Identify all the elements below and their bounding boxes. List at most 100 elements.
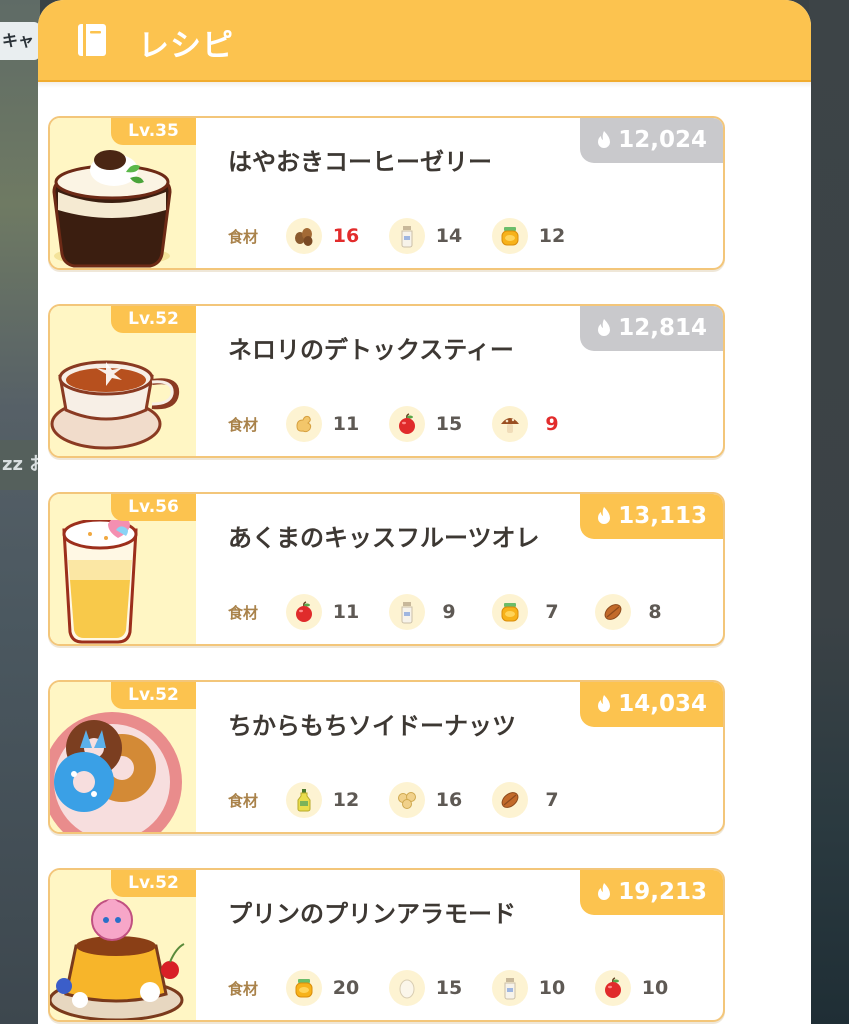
ingredient-qty: 15 (435, 977, 463, 999)
recipe-thumbnail: Lv.52 (50, 870, 196, 1020)
cacao-icon (595, 594, 631, 630)
energy-flame-icon (598, 130, 611, 148)
panel-header: レシピ (38, 0, 811, 82)
ingredient-qty: 12 (332, 789, 360, 811)
ingredient-item: 9 (389, 594, 492, 630)
ingredient-row: 食材 11 15 9 (228, 406, 595, 442)
ingredient-row: 食材 12 16 7 (228, 782, 595, 818)
ingredients-label: 食材 (228, 979, 259, 998)
ingredients-label: 食材 (228, 791, 259, 810)
ingredient-qty: 9 (545, 413, 559, 435)
background-label: zz お (0, 440, 40, 490)
ingredient-item: 20 (286, 970, 389, 1006)
pudding-image (50, 899, 185, 1020)
ingredient-qty: 7 (545, 601, 559, 623)
ingredient-item: 15 (389, 406, 492, 442)
ingredient-item: 12 (492, 218, 595, 254)
ginger-icon (286, 406, 322, 442)
energy-badge: 12,024 (580, 118, 723, 163)
energy-value: 12,814 (618, 314, 707, 341)
recipe-card[interactable]: Lv.56 あくまのキッスフルーツオレ 13,113 食材 11 9 7 8 (48, 492, 725, 646)
honey-icon (492, 594, 528, 630)
honey-icon (286, 970, 322, 1006)
ingredient-item: 16 (286, 218, 389, 254)
ingredient-item: 8 (595, 594, 698, 630)
header-divider (38, 82, 811, 88)
donuts-image (50, 712, 182, 832)
ingredient-item: 10 (492, 970, 595, 1006)
ingredient-item: 11 (286, 594, 389, 630)
ingredient-qty: 7 (545, 789, 559, 811)
energy-value: 12,024 (618, 126, 707, 153)
energy-flame-icon (598, 882, 611, 900)
oil-icon (286, 782, 322, 818)
egg-icon (389, 970, 425, 1006)
ingredient-qty: 12 (538, 225, 566, 247)
ingredient-item: 9 (492, 406, 595, 442)
ingredient-qty: 14 (435, 225, 463, 247)
recipe-name: はやおきコーヒーゼリー (228, 148, 492, 176)
energy-flame-icon (598, 694, 611, 712)
ingredient-item: 11 (286, 406, 389, 442)
background-left-strip: キャ zz お (0, 0, 40, 1024)
ingredient-qty: 16 (332, 225, 360, 247)
ingredient-qty: 11 (332, 413, 360, 435)
recipe-card[interactable]: Lv.52 プリンのプリンアラモード 19,213 食材 20 15 10 10 (48, 868, 725, 1022)
ingredient-item: 16 (389, 782, 492, 818)
roasted-cacao-icon (286, 218, 322, 254)
energy-value: 19,213 (618, 878, 707, 905)
recipe-name: プリンのプリンアラモード (228, 900, 516, 928)
energy-value: 13,113 (618, 502, 707, 529)
ingredient-item: 7 (492, 782, 595, 818)
level-badge: Lv.35 (111, 118, 196, 145)
energy-flame-icon (598, 506, 611, 524)
ingredient-item: 10 (595, 970, 698, 1006)
ingredients-label: 食材 (228, 415, 259, 434)
recipe-thumbnail: Lv.35 (50, 118, 196, 268)
ingredient-item: 7 (492, 594, 595, 630)
recipe-card[interactable]: Lv.52 ネロリのデトックスティー 12,814 食材 11 15 9 (48, 304, 725, 458)
ingredient-qty: 10 (538, 977, 566, 999)
ingredient-item: 14 (389, 218, 492, 254)
soybeans-icon (389, 782, 425, 818)
ingredient-row: 食材 11 9 7 8 (228, 594, 698, 630)
energy-badge: 12,814 (580, 306, 723, 351)
moomoo-milk-icon (389, 594, 425, 630)
honey-icon (492, 218, 528, 254)
ingredient-row: 食材 16 14 12 (228, 218, 595, 254)
apple-icon (389, 406, 425, 442)
recipe-name: ちからもちソイドーナッツ (228, 712, 516, 740)
recipe-thumbnail: Lv.56 (50, 494, 196, 644)
level-badge: Lv.52 (111, 870, 196, 897)
moomoo-milk-icon (492, 970, 528, 1006)
ingredient-qty: 10 (641, 977, 669, 999)
energy-badge: 13,113 (580, 494, 723, 539)
ingredient-qty: 11 (332, 601, 360, 623)
cacao-icon (492, 782, 528, 818)
apple-icon (286, 594, 322, 630)
background-tab: キャ (0, 22, 40, 60)
recipe-card[interactable]: Lv.52 ちからもちソイドーナッツ 14,034 食材 12 16 7 (48, 680, 725, 834)
ingredient-qty: 9 (442, 601, 456, 623)
level-badge: Lv.56 (111, 494, 196, 521)
energy-badge: 14,034 (580, 682, 723, 727)
coffee-jelly-image (52, 150, 172, 268)
level-badge: Lv.52 (111, 682, 196, 709)
ingredient-qty: 20 (332, 977, 360, 999)
level-badge: Lv.52 (111, 306, 196, 333)
ingredient-qty: 16 (435, 789, 463, 811)
recipe-name: あくまのキッスフルーツオレ (228, 524, 540, 552)
energy-value: 14,034 (618, 690, 707, 717)
ingredients-label: 食材 (228, 603, 259, 622)
fruit-milk-image (62, 520, 138, 644)
background-right-strip (809, 0, 849, 1024)
ingredient-item: 12 (286, 782, 389, 818)
recipe-thumbnail: Lv.52 (50, 306, 196, 456)
book-icon (78, 24, 106, 56)
moomoo-milk-icon (389, 218, 425, 254)
ingredient-qty: 15 (435, 413, 463, 435)
ingredients-label: 食材 (228, 227, 259, 246)
ingredient-item: 15 (389, 970, 492, 1006)
apple-icon (595, 970, 631, 1006)
recipe-card[interactable]: Lv.35 はやおきコーヒーゼリー 12,024 食材 16 14 12 (48, 116, 725, 270)
